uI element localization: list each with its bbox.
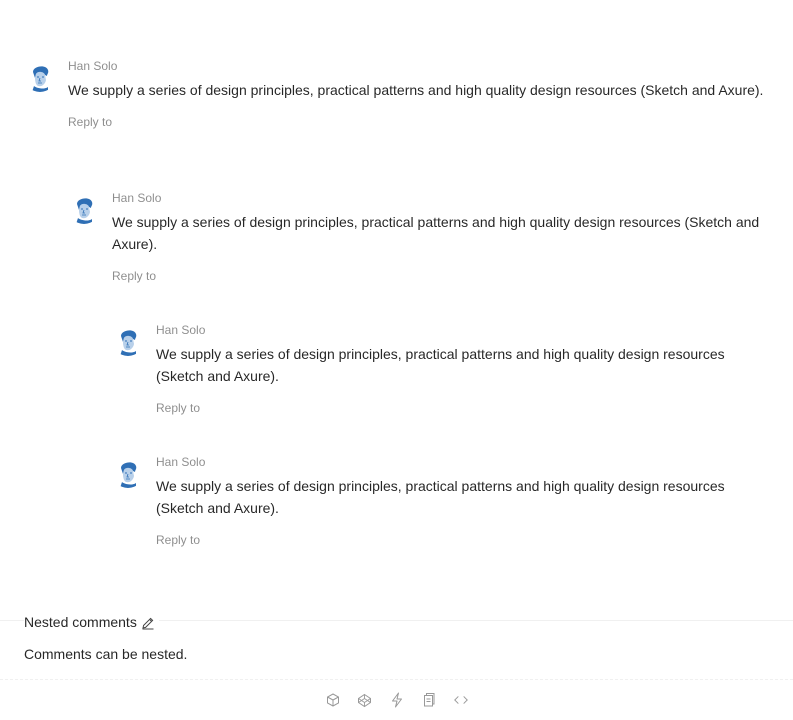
- avatar: [112, 456, 144, 488]
- comment-author: Han Solo: [156, 455, 206, 469]
- code-toolbar: [0, 690, 793, 710]
- comment-content: We supply a series of design principles,…: [156, 346, 725, 384]
- comment-author: Han Solo: [112, 191, 162, 205]
- avatar: [68, 192, 100, 224]
- comment-level-2: Han Solo We supply a series of design pr…: [68, 188, 769, 286]
- reply-to-link[interactable]: Reply to: [156, 398, 769, 418]
- avatar: [24, 60, 56, 92]
- demo-description: Comments can be nested.: [24, 646, 188, 662]
- comment-content: We supply a series of design principles,…: [156, 478, 725, 516]
- comment-body: Han Solo We supply a series of design pr…: [68, 56, 763, 132]
- avatar: [112, 324, 144, 356]
- avatar-face-icon: [112, 456, 144, 488]
- reply-to-link[interactable]: Reply to: [68, 112, 763, 132]
- avatar-face-icon: [24, 60, 56, 92]
- avatar-face-icon: [112, 324, 144, 356]
- codepen-icon[interactable]: [357, 692, 373, 708]
- comment-author: Han Solo: [68, 59, 118, 73]
- code-expand-icon[interactable]: [453, 692, 469, 708]
- comment-body: Han Solo We supply a series of design pr…: [156, 320, 769, 418]
- comment-content: We supply a series of design principles,…: [112, 214, 760, 252]
- demo-title: Nested comments: [24, 612, 159, 632]
- comment-level-3: Han Solo We supply a series of design pr…: [112, 320, 769, 418]
- comment-level-1: Han Solo We supply a series of design pr…: [24, 56, 763, 132]
- demo-title-text: Nested comments: [24, 614, 137, 630]
- avatar-face-icon: [68, 192, 100, 224]
- comment-level-3: Han Solo We supply a series of design pr…: [112, 452, 769, 550]
- edit-icon[interactable]: [141, 615, 155, 630]
- comment-body: Han Solo We supply a series of design pr…: [156, 452, 769, 550]
- reply-to-link[interactable]: Reply to: [112, 266, 769, 286]
- comment-content: We supply a series of design principles,…: [68, 82, 764, 98]
- codesandbox-icon[interactable]: [325, 692, 341, 708]
- stackblitz-icon[interactable]: [389, 692, 405, 708]
- comment-author: Han Solo: [156, 323, 206, 337]
- copy-icon[interactable]: [421, 692, 437, 708]
- comment-body: Han Solo We supply a series of design pr…: [112, 188, 769, 286]
- reply-to-link[interactable]: Reply to: [156, 530, 769, 550]
- toolbar-divider: [0, 679, 793, 680]
